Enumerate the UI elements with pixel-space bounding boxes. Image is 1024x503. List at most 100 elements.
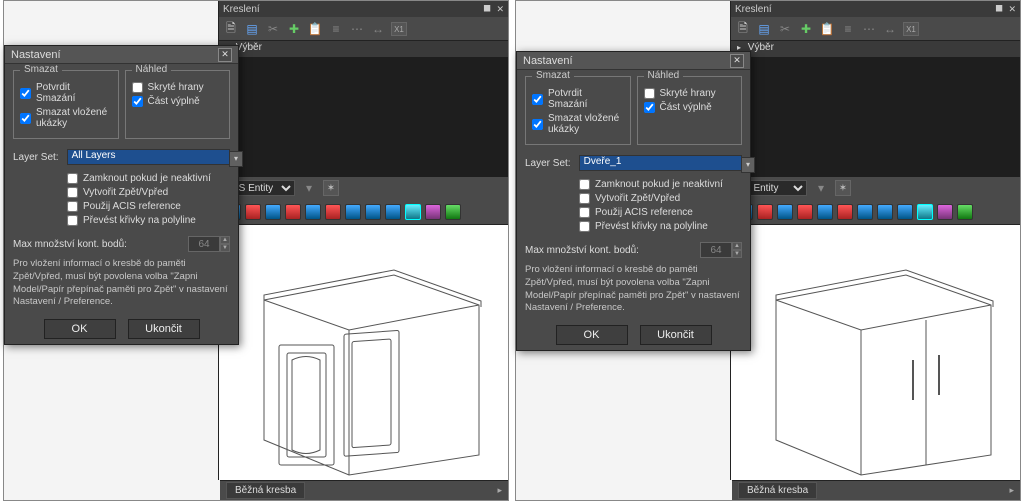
- confirm-delete-checkbox[interactable]: [532, 94, 543, 105]
- viewport-dark[interactable]: [218, 57, 508, 177]
- max-points-label: Max množství kont. bodů:: [525, 245, 639, 256]
- fill-part-checkbox[interactable]: [644, 102, 655, 113]
- panel-title: Kreslení: [735, 4, 772, 15]
- hidden-edges-checkbox[interactable]: [644, 88, 655, 99]
- close-icon[interactable]: ✕: [218, 48, 232, 62]
- group-preview-legend: Náhled: [132, 64, 172, 75]
- entity-dropdown-icon[interactable]: ▾: [301, 180, 317, 196]
- acis-ref-checkbox[interactable]: [579, 207, 590, 218]
- cube-icon[interactable]: [757, 204, 773, 220]
- close-icon[interactable]: ✕: [730, 54, 744, 68]
- layer-set-select[interactable]: All Layers: [67, 149, 230, 165]
- layer-set-label: Layer Set:: [525, 158, 571, 169]
- align-icon[interactable]: ≡: [840, 21, 856, 37]
- ok-button[interactable]: OK: [44, 319, 116, 339]
- cube-icon[interactable]: [777, 204, 793, 220]
- close-icon[interactable]: ✕: [1008, 4, 1016, 14]
- cube-icon[interactable]: [265, 204, 281, 220]
- cut-icon[interactable]: ✂: [777, 21, 793, 37]
- cube-icon[interactable]: [957, 204, 973, 220]
- group-preview-legend: Náhled: [644, 70, 684, 81]
- cube-icon[interactable]: [405, 204, 421, 220]
- star-icon[interactable]: ✶: [835, 180, 851, 196]
- tool-icon[interactable]: ⋯: [349, 21, 365, 37]
- cube-icon[interactable]: [837, 204, 853, 220]
- max-points-input[interactable]: [700, 242, 732, 258]
- curves-polyline-checkbox[interactable]: [67, 215, 78, 226]
- max-points-input[interactable]: [188, 236, 220, 252]
- x1-badge[interactable]: X1: [391, 22, 407, 36]
- fill-part-checkbox[interactable]: [132, 96, 143, 107]
- pin-icon[interactable]: ⯀: [483, 4, 490, 14]
- drawing-canvas[interactable]: [730, 225, 1020, 480]
- drawing-canvas[interactable]: [218, 225, 508, 480]
- delete-inserted-checkbox[interactable]: [532, 119, 543, 130]
- lock-inactive-checkbox[interactable]: [579, 179, 590, 190]
- delete-inserted-checkbox[interactable]: [20, 113, 31, 124]
- cube-icon[interactable]: [365, 204, 381, 220]
- cube-icon[interactable]: [817, 204, 833, 220]
- close-icon[interactable]: ✕: [496, 4, 504, 14]
- new-icon[interactable]: 🗎: [735, 21, 751, 37]
- ok-button[interactable]: OK: [556, 325, 628, 345]
- create-undo-checkbox[interactable]: [579, 193, 590, 204]
- curves-polyline-checkbox[interactable]: [579, 221, 590, 232]
- add-icon[interactable]: ✚: [798, 21, 814, 37]
- paste-icon[interactable]: 📋: [307, 21, 323, 37]
- entity-dropdown-icon[interactable]: ▾: [813, 180, 829, 196]
- lock-inactive-label: Zamknout pokud je neaktivní: [83, 173, 211, 184]
- cube-icon[interactable]: [385, 204, 401, 220]
- cube-icon[interactable]: [245, 204, 261, 220]
- layers-icon[interactable]: ▤: [756, 21, 772, 37]
- acis-ref-checkbox[interactable]: [67, 201, 78, 212]
- layers-icon[interactable]: ▤: [244, 21, 260, 37]
- hidden-edges-label: Skryté hrany: [148, 82, 204, 93]
- width-icon[interactable]: ↔: [370, 21, 386, 37]
- star-icon[interactable]: ✶: [323, 180, 339, 196]
- cube-icon[interactable]: [345, 204, 361, 220]
- confirm-delete-checkbox[interactable]: [20, 88, 31, 99]
- cube-icon[interactable]: [425, 204, 441, 220]
- cube-icon[interactable]: [877, 204, 893, 220]
- selection-bar[interactable]: Výběr: [218, 41, 508, 57]
- status-tab[interactable]: Běžná kresba: [738, 482, 817, 499]
- viewport-dark[interactable]: [730, 57, 1020, 177]
- cube-icon[interactable]: [897, 204, 913, 220]
- spin-up-icon[interactable]: ▲: [732, 242, 742, 250]
- cancel-button[interactable]: Ukončit: [128, 319, 200, 339]
- paste-icon[interactable]: 📋: [819, 21, 835, 37]
- selection-bar[interactable]: Výběr: [730, 41, 1020, 57]
- lock-inactive-checkbox[interactable]: [67, 173, 78, 184]
- toolbar: 🗎 ▤ ✂ ✚ 📋 ≡ ⋯ ↔ X1: [731, 17, 1020, 41]
- spin-down-icon[interactable]: ▼: [220, 244, 230, 252]
- cube-icon[interactable]: [305, 204, 321, 220]
- width-icon[interactable]: ↔: [882, 21, 898, 37]
- cube-icon[interactable]: [445, 204, 461, 220]
- create-undo-label: Vytvořit Zpět/Vpřed: [83, 187, 168, 198]
- cube-icon[interactable]: [917, 204, 933, 220]
- add-icon[interactable]: ✚: [286, 21, 302, 37]
- selection-label: Výběr: [748, 42, 774, 53]
- cube-icon[interactable]: [857, 204, 873, 220]
- cube-icon[interactable]: [937, 204, 953, 220]
- cube-icon[interactable]: [285, 204, 301, 220]
- hidden-edges-checkbox[interactable]: [132, 82, 143, 93]
- status-arrow-icon[interactable]: ▸: [497, 485, 502, 496]
- status-arrow-icon[interactable]: ▸: [1009, 485, 1014, 496]
- settings-dialog: Nastavení ✕ Smazat Potvrdit Smazání Smaz…: [516, 51, 751, 351]
- align-icon[interactable]: ≡: [328, 21, 344, 37]
- x1-badge[interactable]: X1: [903, 22, 919, 36]
- cut-icon[interactable]: ✂: [265, 21, 281, 37]
- new-icon[interactable]: 🗎: [223, 21, 239, 37]
- cube-icon[interactable]: [797, 204, 813, 220]
- layer-set-select[interactable]: Dveře_1: [579, 155, 742, 171]
- create-undo-checkbox[interactable]: [67, 187, 78, 198]
- cube-icon[interactable]: [325, 204, 341, 220]
- pin-icon[interactable]: ⯀: [995, 4, 1002, 14]
- status-tab[interactable]: Běžná kresba: [226, 482, 305, 499]
- tool-icon[interactable]: ⋯: [861, 21, 877, 37]
- cancel-button[interactable]: Ukončit: [640, 325, 712, 345]
- spin-up-icon[interactable]: ▲: [220, 236, 230, 244]
- acis-ref-label: Použij ACIS reference: [83, 201, 181, 212]
- spin-down-icon[interactable]: ▼: [732, 250, 742, 258]
